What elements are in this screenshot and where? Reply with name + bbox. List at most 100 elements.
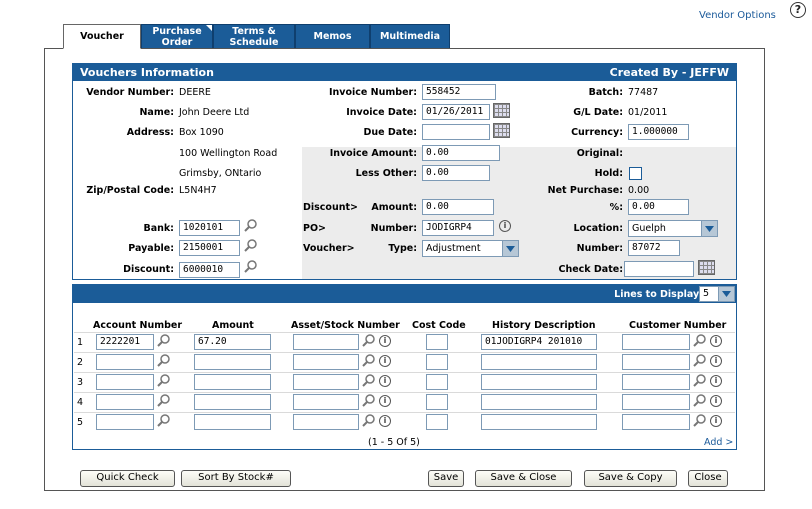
due-date-calendar-icon[interactable]: [493, 123, 510, 138]
account-search-icon[interactable]: [157, 413, 171, 427]
sort-by-stock-button[interactable]: Sort By Stock#: [181, 470, 291, 487]
history-description-input[interactable]: [481, 394, 597, 410]
invoice-date-calendar-icon[interactable]: [493, 103, 510, 118]
asset-info-icon[interactable]: i: [379, 415, 391, 427]
currency-input[interactable]: 1.000000: [628, 124, 689, 140]
customer-info-icon[interactable]: i: [710, 335, 722, 347]
voucher-number-input[interactable]: 87072: [628, 240, 680, 256]
account-search-icon[interactable]: [157, 393, 171, 407]
discount-amount-input[interactable]: 0.00: [422, 199, 494, 215]
percent-input[interactable]: 0.00: [628, 199, 689, 215]
customer-search-icon[interactable]: [693, 353, 707, 367]
asset-info-icon[interactable]: i: [379, 355, 391, 367]
check-date-input[interactable]: [624, 261, 694, 277]
invoice-number-input[interactable]: 558452: [422, 84, 496, 100]
due-date-input[interactable]: [422, 124, 490, 140]
save-copy-button[interactable]: Save & Copy: [584, 470, 677, 487]
customer-info-icon[interactable]: i: [710, 375, 722, 387]
hold-checkbox[interactable]: [629, 167, 642, 180]
po-number-input[interactable]: JODIGRP4: [422, 220, 494, 236]
close-button[interactable]: Close: [688, 470, 728, 487]
discount-search-icon[interactable]: [244, 259, 258, 273]
asset-stock-input[interactable]: [293, 374, 359, 390]
history-description-input[interactable]: [481, 414, 597, 430]
account-number-input[interactable]: [96, 394, 154, 410]
customer-search-icon[interactable]: [693, 393, 707, 407]
tab-terms-schedule[interactable]: Terms & Schedule: [213, 24, 295, 48]
customer-info-icon[interactable]: i: [710, 415, 722, 427]
asset-info-icon[interactable]: i: [379, 395, 391, 407]
customer-info-icon[interactable]: i: [710, 395, 722, 407]
asset-search-icon[interactable]: [362, 353, 376, 367]
type-select[interactable]: Adjustment: [422, 240, 519, 257]
cost-code-input[interactable]: [426, 414, 448, 430]
check-date-calendar-icon[interactable]: [698, 260, 715, 275]
customer-number-input[interactable]: [622, 354, 690, 370]
cost-code-input[interactable]: [426, 354, 448, 370]
asset-search-icon[interactable]: [362, 393, 376, 407]
save-button[interactable]: Save: [428, 470, 464, 487]
customer-number-input[interactable]: [622, 414, 690, 430]
vendor-options-link[interactable]: Vendor Options: [699, 10, 776, 21]
customer-number-input[interactable]: [622, 374, 690, 390]
cost-code-input[interactable]: [426, 394, 448, 410]
tab-voucher[interactable]: Voucher: [63, 24, 141, 49]
cost-code-input[interactable]: [426, 374, 448, 390]
account-number-input[interactable]: [96, 354, 154, 370]
hold-label: Hold:: [594, 168, 623, 179]
less-other-input[interactable]: 0.00: [422, 165, 490, 181]
payable-search-icon[interactable]: [244, 238, 258, 252]
asset-stock-input[interactable]: [293, 414, 359, 430]
amount-input[interactable]: [194, 374, 271, 390]
account-search-icon[interactable]: [157, 333, 171, 347]
invoice-amount-input[interactable]: 0.00: [422, 145, 500, 161]
asset-search-icon[interactable]: [362, 333, 376, 347]
customer-search-icon[interactable]: [693, 413, 707, 427]
customer-search-icon[interactable]: [693, 333, 707, 347]
customer-number-input[interactable]: [622, 394, 690, 410]
account-search-icon[interactable]: [157, 373, 171, 387]
bank-input[interactable]: 1020101: [179, 220, 240, 236]
invoice-date-input[interactable]: 01/26/2011: [422, 104, 490, 120]
account-number-input[interactable]: [96, 374, 154, 390]
customer-number-input[interactable]: [622, 334, 690, 350]
location-select[interactable]: Guelph: [628, 220, 718, 237]
payable-input[interactable]: 2150001: [179, 240, 240, 256]
customer-search-icon[interactable]: [693, 373, 707, 387]
tab-memos[interactable]: Memos: [295, 24, 370, 48]
gl-date-label: G/L Date:: [573, 107, 623, 118]
history-description-input[interactable]: 01JODIGRP4 201010: [481, 334, 597, 350]
invoice-date-label: Invoice Date:: [346, 107, 417, 118]
payable-label: Payable:: [128, 243, 174, 254]
lines-to-display-select[interactable]: 5: [699, 286, 735, 302]
asset-stock-input[interactable]: [293, 394, 359, 410]
asset-search-icon[interactable]: [362, 373, 376, 387]
asset-search-icon[interactable]: [362, 413, 376, 427]
amount-input[interactable]: [194, 354, 271, 370]
tab-multimedia[interactable]: Multimedia: [370, 24, 450, 48]
asset-info-icon[interactable]: i: [379, 335, 391, 347]
name-label: Name:: [139, 107, 174, 118]
save-close-button[interactable]: Save & Close: [475, 470, 572, 487]
po-info-icon[interactable]: i: [499, 220, 511, 232]
amount-input[interactable]: 67.20: [194, 334, 271, 350]
account-number-input[interactable]: [96, 414, 154, 430]
address-line-3: Grimsby, ONtario: [179, 168, 262, 179]
amount-input[interactable]: [194, 414, 271, 430]
asset-info-icon[interactable]: i: [379, 375, 391, 387]
help-icon[interactable]: ?: [790, 2, 806, 18]
history-description-input[interactable]: [481, 354, 597, 370]
tab-purchase-order[interactable]: Purchase Order: [141, 24, 213, 48]
cost-code-input[interactable]: [426, 334, 448, 350]
history-description-input[interactable]: [481, 374, 597, 390]
bank-search-icon[interactable]: [244, 218, 258, 232]
asset-stock-input[interactable]: [293, 354, 359, 370]
customer-info-icon[interactable]: i: [710, 355, 722, 367]
discount-account-input[interactable]: 6000010: [179, 262, 240, 278]
amount-input[interactable]: [194, 394, 271, 410]
account-number-input[interactable]: 2222201: [96, 334, 154, 350]
add-lines-link[interactable]: Add >: [704, 437, 733, 448]
account-search-icon[interactable]: [157, 353, 171, 367]
quick-check-button[interactable]: Quick Check: [80, 470, 175, 487]
asset-stock-input[interactable]: [293, 334, 359, 350]
